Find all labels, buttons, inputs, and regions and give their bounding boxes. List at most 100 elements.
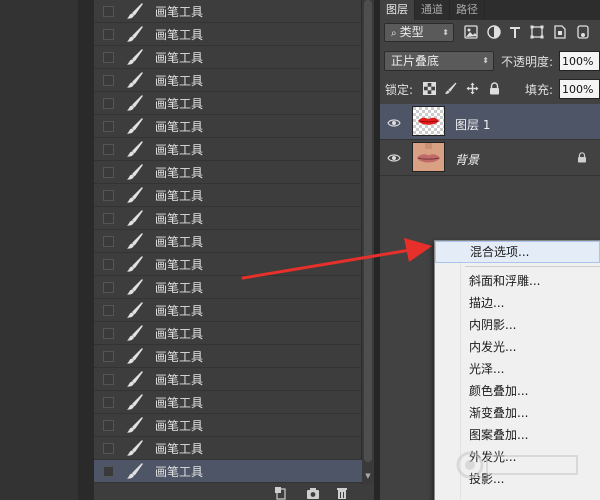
history-snapshot-checkbox[interactable] [103,189,114,201]
history-snapshot-checkbox[interactable] [103,419,114,431]
type-layer-filter-icon[interactable] [507,24,523,40]
tab-layers[interactable]: 图层 [380,0,415,20]
history-snapshot-checkbox[interactable] [103,465,114,477]
history-state-label: 画笔工具 [155,441,204,456]
history-snapshot-checkbox[interactable] [103,373,114,385]
smart-object-filter-icon[interactable] [552,24,568,40]
opacity-input[interactable]: 100% [559,51,600,71]
history-state-row[interactable]: 画笔工具 [94,92,362,115]
lock-position-move-icon[interactable] [466,82,479,95]
history-state-row[interactable]: 画笔工具 [94,115,362,138]
history-snapshot-checkbox[interactable] [103,212,114,224]
history-state-label: 画笔工具 [155,119,204,134]
tab-channels[interactable]: 通道 [415,0,450,20]
menu-item-7[interactable]: 渐变叠加... [435,402,600,424]
history-state-row[interactable]: 画笔工具 [94,138,362,161]
shape-layer-filter-icon[interactable] [529,24,545,40]
history-state-row[interactable]: 画笔工具 [94,460,362,483]
fill-input[interactable]: 100% [559,79,600,99]
background-layer-thumbnail[interactable] [412,142,445,172]
history-footer [94,484,374,500]
history-snapshot-checkbox[interactable] [103,396,114,408]
history-state-row[interactable]: 画笔工具 [94,345,362,368]
visibility-eye-icon[interactable] [387,152,401,164]
menu-item-1[interactable]: 斜面和浮雕... [435,270,600,292]
brush-icon [127,95,143,111]
history-state-row[interactable]: 画笔工具 [94,207,362,230]
menu-item-8[interactable]: 图案叠加... [435,424,600,446]
menu-item-2[interactable]: 描边... [435,292,600,314]
history-state-label: 画笔工具 [155,280,204,295]
history-snapshot-checkbox[interactable] [103,304,114,316]
history-snapshot-checkbox[interactable] [103,327,114,339]
history-state-label: 画笔工具 [155,418,204,433]
filter-toggle-icon[interactable] [575,24,591,40]
brush-icon [127,164,143,180]
lock-all-icon[interactable] [488,82,501,95]
history-state-label: 画笔工具 [155,73,204,88]
history-state-row[interactable]: 画笔工具 [94,391,362,414]
history-state-row[interactable]: 画笔工具 [94,0,362,23]
menu-item-3[interactable]: 内阴影... [435,314,600,336]
layer-name-layer-1[interactable]: 图层 1 [455,116,490,133]
menu-item-4[interactable]: 内发光... [435,336,600,358]
history-state-row[interactable]: 画笔工具 [94,253,362,276]
blend-mode-select[interactable]: 正片叠底 ⬍ [384,51,494,71]
history-state-row[interactable]: 画笔工具 [94,276,362,299]
layer-1-thumbnail[interactable] [412,106,445,136]
history-snapshot-checkbox[interactable] [103,120,114,132]
history-snapshot-checkbox[interactable] [103,442,114,454]
history-snapshot-checkbox[interactable] [103,5,114,17]
history-state-row[interactable]: 画笔工具 [94,230,362,253]
history-snapshot-checkbox[interactable] [103,51,114,63]
history-state-row[interactable]: 画笔工具 [94,299,362,322]
history-state-row[interactable]: 画笔工具 [94,368,362,391]
history-state-label: 画笔工具 [155,96,204,111]
history-snapshot-checkbox[interactable] [103,281,114,293]
pixel-layer-filter-icon[interactable] [463,24,479,40]
lock-image-pixels-brush-icon[interactable] [444,82,457,95]
history-snapshot-checkbox[interactable] [103,258,114,270]
tab-paths[interactable]: 路径 [450,0,485,20]
opacity-label: 不透明度: [501,55,554,69]
history-state-row[interactable]: 画笔工具 [94,184,362,207]
brush-icon [127,72,143,88]
layer-name-background[interactable]: 背景 [455,151,479,168]
history-state-label: 画笔工具 [155,211,204,226]
menu-item-6[interactable]: 颜色叠加... [435,380,600,402]
history-snapshot-checkbox[interactable] [103,74,114,86]
scroll-down-arrow-icon[interactable]: ▼ [364,472,372,480]
history-snapshot-checkbox[interactable] [103,97,114,109]
lock-transparent-pixels-icon[interactable] [423,82,436,95]
new-document-from-state-icon[interactable] [274,487,288,500]
new-snapshot-camera-icon[interactable] [306,487,320,500]
history-snapshot-checkbox[interactable] [103,143,114,155]
history-state-row[interactable]: 画笔工具 [94,23,362,46]
history-snapshot-checkbox[interactable] [103,166,114,178]
history-snapshot-checkbox[interactable] [103,235,114,247]
delete-trash-icon[interactable] [335,487,349,500]
history-state-row[interactable]: 画笔工具 [94,161,362,184]
brush-icon [127,279,143,295]
history-state-label: 画笔工具 [155,27,204,42]
history-state-row[interactable]: 画笔工具 [94,69,362,92]
brush-icon [127,371,143,387]
history-state-row[interactable]: 画笔工具 [94,322,362,345]
history-state-label: 画笔工具 [155,4,204,19]
layer-filter-kind-select[interactable]: ⌕ 类型 ⬍ [384,23,454,42]
menu-item-5[interactable]: 光泽... [435,358,600,380]
history-snapshot-checkbox[interactable] [103,28,114,40]
menu-item-0[interactable]: 混合选项... [435,241,600,263]
history-state-row[interactable]: 画笔工具 [94,46,362,69]
search-icon: ⌕ [391,28,397,39]
history-state-row[interactable]: 画笔工具 [94,414,362,437]
history-scrollbar-thumb[interactable] [364,0,372,462]
history-snapshot-checkbox[interactable] [103,350,114,362]
menu-separator [465,266,600,267]
history-state-label: 画笔工具 [155,165,204,180]
visibility-eye-icon[interactable] [387,117,401,129]
adjustment-layer-filter-icon[interactable] [486,24,502,40]
history-state-row[interactable]: 画笔工具 [94,437,362,460]
blend-mode-value: 正片叠底 [391,54,440,68]
brush-icon [127,210,143,226]
